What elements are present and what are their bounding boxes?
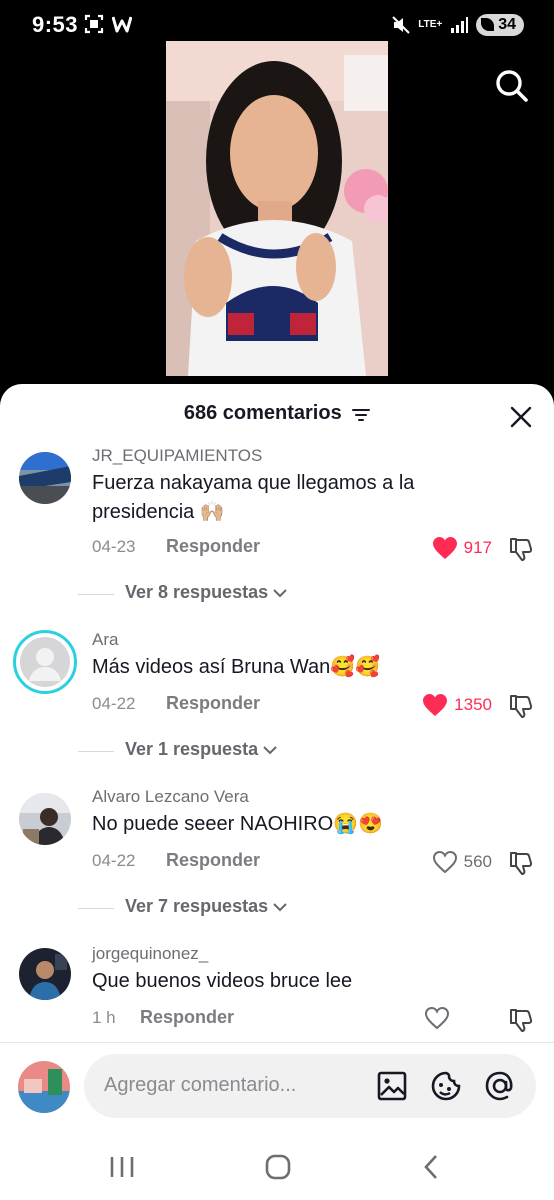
comment-input-placeholder: Agregar comentario...: [104, 1074, 297, 1096]
sheet-header: 686 comentarios: [0, 402, 554, 432]
avatar-image: [19, 948, 71, 1000]
replies-divider: [78, 594, 114, 595]
comment-text: Que buenos videos bruce lee: [92, 970, 353, 992]
like-button[interactable]: 917: [432, 536, 492, 560]
w-app-icon: [112, 16, 132, 33]
my-avatar: [18, 1061, 70, 1113]
comment-date: 04-22: [92, 694, 136, 713]
comment-username[interactable]: JR_EQUIPAMIENTOS: [92, 446, 262, 466]
chevron-down-icon: [263, 746, 277, 755]
comment-username[interactable]: Alvaro Lezcano Vera: [92, 787, 249, 807]
avatar-image: [19, 793, 71, 845]
comments-sheet: 686 comentarios JR_EQUIPAMIENTOS Fuerza …: [0, 384, 554, 1200]
close-icon[interactable]: [508, 404, 534, 430]
video-player[interactable]: [166, 41, 388, 376]
heart-filled-icon: [432, 537, 457, 559]
comment-text: No puede seeer NAOHIRO😭😍: [92, 813, 384, 835]
reply-button[interactable]: Responder: [166, 850, 260, 871]
back-icon[interactable]: [414, 1152, 450, 1182]
dislike-icon[interactable]: [508, 850, 534, 876]
chevron-down-icon: [273, 903, 287, 912]
mute-icon: [392, 16, 410, 34]
sort-filter-icon[interactable]: [352, 408, 371, 422]
battery-saver-icon: [481, 18, 495, 31]
signal-icon: [451, 17, 469, 33]
comment-input[interactable]: Agregar comentario...: [84, 1054, 536, 1118]
image-icon[interactable]: [376, 1070, 408, 1102]
home-icon[interactable]: [260, 1152, 296, 1182]
comments-count-title: 686 comentarios: [183, 402, 342, 424]
avatar[interactable]: [13, 630, 77, 694]
screenshot-icon: [84, 14, 104, 34]
avatar[interactable]: [19, 452, 71, 504]
view-replies-label: Ver 8 respuestas: [125, 582, 287, 603]
heart-outline-icon: [432, 850, 457, 874]
default-avatar-icon: [20, 637, 70, 687]
view-replies-button[interactable]: Ver 8 respuestas: [0, 582, 554, 606]
comment-text: Más videos así Bruna Wan🥰🥰: [92, 656, 381, 678]
video-frame: [166, 41, 388, 376]
avatar[interactable]: [19, 948, 71, 1000]
view-replies-label: Ver 1 respuesta: [125, 739, 277, 760]
comment-date: 04-23: [92, 537, 136, 556]
avatar-image: [19, 452, 71, 504]
emoji-icon[interactable]: [430, 1070, 462, 1102]
navigation-bar: [0, 1140, 554, 1200]
view-replies-button[interactable]: Ver 7 respuestas: [0, 896, 554, 920]
status-left-icons: [84, 14, 132, 34]
view-replies-label: Ver 7 respuestas: [125, 896, 287, 917]
chevron-down-icon: [273, 589, 287, 598]
comment-username[interactable]: Ara: [92, 630, 118, 650]
comment-username[interactable]: jorgequinonez_: [92, 944, 208, 964]
avatar[interactable]: [19, 793, 71, 845]
comment-date: 04-22: [92, 851, 136, 870]
like-count: 1350: [454, 695, 492, 714]
like-button[interactable]: 1350: [422, 693, 492, 717]
heart-outline-icon[interactable]: [424, 1006, 450, 1030]
status-right-icons: LTE+ 34: [392, 14, 524, 36]
reply-button[interactable]: Responder: [166, 693, 260, 714]
comment-date: 1 h: [92, 1008, 116, 1027]
mention-icon[interactable]: [484, 1070, 516, 1102]
heart-filled-icon: [423, 694, 448, 716]
dislike-icon[interactable]: [508, 693, 534, 719]
dislike-icon[interactable]: [508, 1007, 534, 1033]
comment-text: Fuerza nakayama que llegamos a la presid…: [92, 472, 415, 523]
recent-apps-icon[interactable]: [104, 1152, 140, 1182]
search-icon[interactable]: [492, 66, 532, 106]
replies-divider: [78, 908, 114, 909]
network-type: LTE+: [418, 19, 443, 30]
battery-indicator: 34: [476, 14, 524, 36]
like-count: 917: [463, 538, 492, 557]
like-count: 560: [463, 852, 492, 871]
my-avatar-image: [18, 1061, 70, 1113]
status-time: 9:53: [32, 12, 79, 37]
replies-divider: [78, 751, 114, 752]
dislike-icon[interactable]: [508, 536, 534, 562]
reply-button[interactable]: Responder: [140, 1007, 234, 1028]
view-replies-button[interactable]: Ver 1 respuesta: [0, 739, 554, 763]
battery-level: 34: [498, 16, 516, 33]
input-divider: [0, 1042, 554, 1043]
like-button[interactable]: 560: [432, 850, 492, 874]
reply-button[interactable]: Responder: [166, 536, 260, 557]
